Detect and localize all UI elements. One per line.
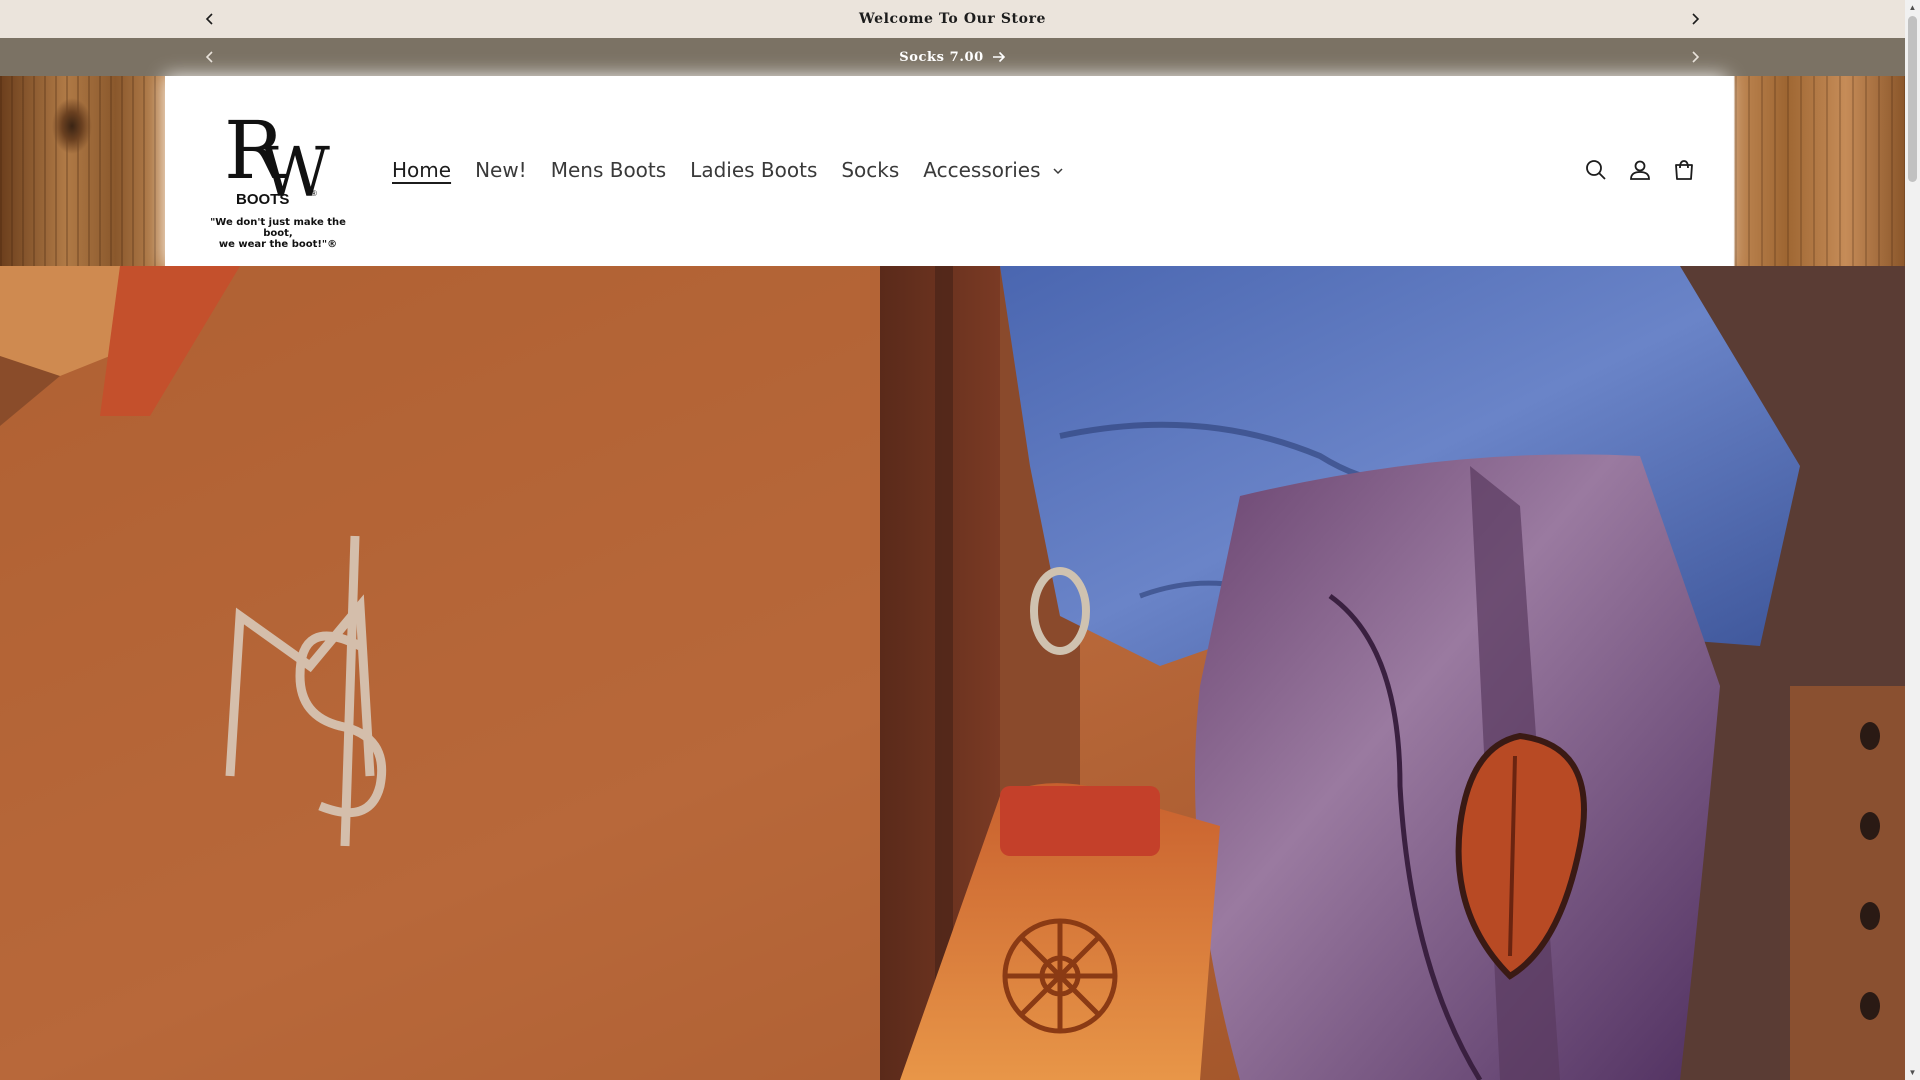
scroll-down-arrow[interactable]: ▼ (1905, 1065, 1920, 1080)
nav-item-mens-boots[interactable]: Mens Boots (551, 156, 666, 184)
announcement-next-button[interactable] (1683, 45, 1707, 69)
site-logo[interactable]: R W BOOTS ® "We don't just make the boot… (200, 100, 356, 250)
logo-tagline: "We don't just make the boot, we wear th… (200, 217, 356, 250)
account-button[interactable] (1627, 157, 1653, 183)
nav-item-home[interactable]: Home (392, 156, 451, 184)
wood-background-right (1735, 76, 1905, 266)
chevron-right-icon (1692, 51, 1700, 63)
chevron-down-icon (1053, 168, 1063, 175)
scroll-up-arrow[interactable]: ▲ (1905, 0, 1920, 15)
cart-icon (1675, 160, 1693, 180)
stirrup-keeper (1000, 786, 1160, 856)
right-leather-belt (1790, 686, 1905, 1080)
logo-mark: R W BOOTS ® (224, 104, 330, 213)
nav-item-new[interactable]: New! (475, 156, 527, 184)
announcement-link-text: Socks 7.00 (899, 49, 984, 65)
nav-item-socks[interactable]: Socks (841, 156, 899, 184)
announcement-bar-primary: Welcome To Our Store (0, 0, 1905, 38)
page-scrollbar[interactable]: ▲ ▼ (1905, 0, 1920, 1080)
nav-item-accessories-label: Accessories (923, 158, 1041, 182)
arrow-right-icon (992, 51, 1005, 63)
cart-button[interactable] (1671, 157, 1697, 183)
announcement-prev-button[interactable] (198, 7, 222, 31)
hero-illustration (0, 266, 1905, 1080)
announcement-next-button[interactable] (1683, 7, 1707, 31)
tooled-flower (1002, 918, 1118, 1034)
announcement-bar-secondary: Socks 7.00 (0, 38, 1905, 76)
nav-item-ladies-boots[interactable]: Ladies Boots (690, 156, 817, 184)
logo-tagline-line1: "We don't just make the boot, (210, 217, 346, 239)
search-button[interactable] (1583, 157, 1609, 183)
search-icon (1586, 160, 1606, 180)
logo-wordmark: BOOTS (236, 191, 289, 208)
announcement-link[interactable]: Socks 7.00 (899, 50, 1006, 65)
chevron-left-icon (205, 13, 213, 25)
announcement-prev-button[interactable] (198, 45, 222, 69)
logo-tagline-line2: we wear the boot!"® (218, 239, 338, 250)
cowboy-boot (1195, 454, 1720, 1080)
logo-registered: ® (311, 189, 317, 198)
hero-banner-image (0, 266, 1905, 1080)
main-navigation: Home New! Mens Boots Ladies Boots Socks … (392, 156, 1087, 184)
announcement-text: Welcome To Our Store (858, 11, 1047, 27)
chevron-right-icon (1692, 13, 1700, 25)
scrollbar-thumb[interactable] (1908, 16, 1917, 182)
chevron-left-icon (205, 51, 213, 63)
wood-background-left (0, 76, 165, 266)
account-icon (1630, 160, 1650, 180)
nav-item-accessories[interactable]: Accessories (923, 156, 1063, 184)
